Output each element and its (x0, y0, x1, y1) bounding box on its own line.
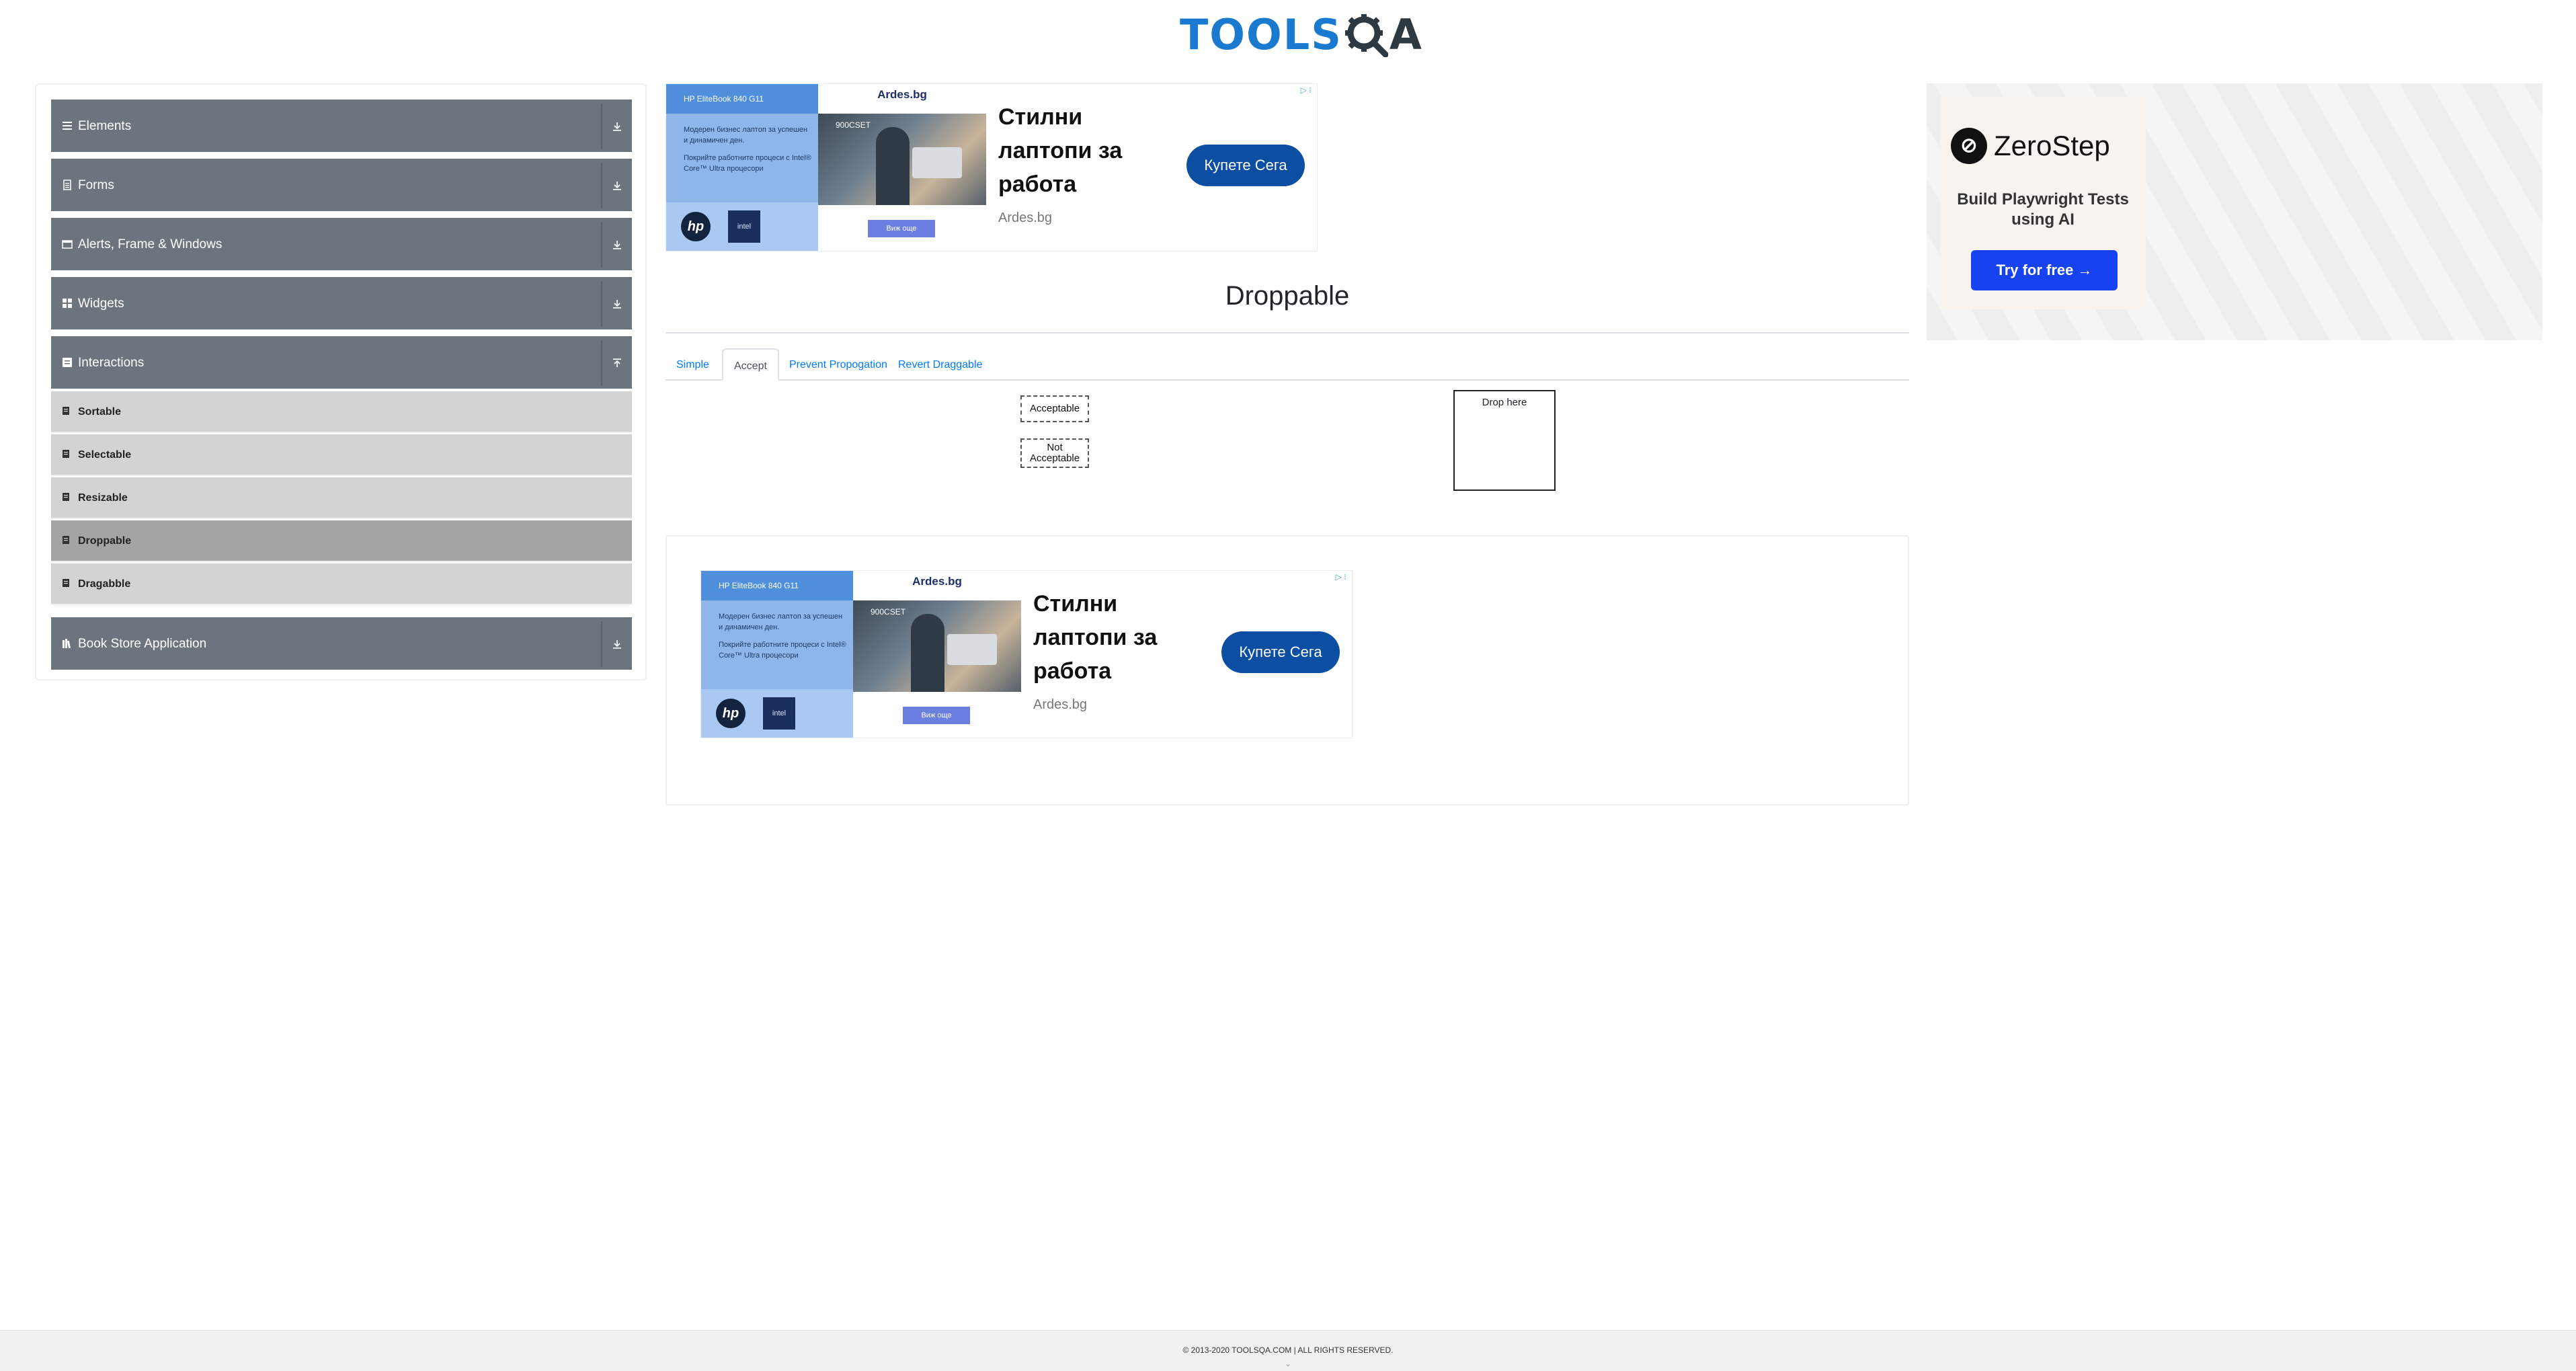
ad-source: Ardes.bg (998, 210, 1053, 225)
ad-photo: 900CSET (818, 114, 986, 205)
chevron-down-icon[interactable]: ⌄ (1281, 1359, 1295, 1368)
ad-photo-tag: 900CSET (871, 607, 906, 617)
tab-accept[interactable]: Accept (722, 348, 779, 381)
sidebar-group-forms[interactable]: Forms (51, 159, 632, 212)
ad-headline: Стилни лаптопи за работа (1033, 591, 1158, 684)
item-icon (62, 492, 74, 504)
sidebar-group-elements[interactable]: Elements (51, 100, 632, 153)
try-for-free-button[interactable]: Try for free → (1971, 250, 2118, 290)
ardes-logo: Ardes.bg (912, 575, 962, 588)
menu-icon (62, 120, 74, 132)
expand-icon[interactable] (601, 281, 632, 327)
not-acceptable-draggable[interactable]: Not Acceptable (1020, 438, 1089, 468)
sidebar-group-interactions[interactable]: Interactions (51, 336, 632, 390)
ad-more-button[interactable]: Виж още (903, 707, 970, 724)
zerostep-subtitle: Build Playwright Tests using AI (1957, 190, 2129, 229)
logo-tail: A (1389, 10, 1422, 59)
sidebar-item-label: Selectable (78, 449, 132, 461)
ad-photo-tag: 900CSET (836, 120, 871, 130)
ad-photo-panel: Ardes.bg 900CSET Виж още (818, 84, 986, 251)
tab-prevent-propogation[interactable]: Prevent Propogation (778, 348, 898, 379)
document-icon (62, 180, 74, 192)
zerostep-name: ZeroStep (1994, 130, 2110, 161)
adchoices-icon[interactable]: ▷ ⁝ (1301, 85, 1312, 95)
sidebar-item-selectable[interactable]: Selectable (51, 434, 632, 476)
zerostep-ad[interactable]: ⊘ ZeroStep Build Playwright Tests using … (1927, 83, 2542, 340)
ad-model: HP EliteBook 840 G11 (701, 571, 853, 600)
sidebar-group-label: Forms (78, 178, 114, 192)
sidebar-group-label: Widgets (78, 297, 124, 311)
collapse-icon[interactable] (601, 340, 632, 386)
interaction-icon (62, 357, 74, 369)
sidebar-group-label: Book Store Application (78, 637, 207, 651)
ad-banner-top[interactable]: HP EliteBook 840 G11 Модерен бизнес лапт… (666, 83, 1318, 251)
zerostep-logo-icon: ⊘ (1951, 128, 1987, 164)
toolsqa-logo[interactable]: TOOLS A (1180, 8, 1422, 62)
gear-icon (1344, 14, 1388, 57)
sidebar-item-label: Dragabble (78, 578, 131, 590)
sidebar-group-widgets[interactable]: Widgets (51, 277, 632, 331)
ad-tagline-2: Покрийте работните процеси с Intel® Core… (684, 154, 811, 173)
hp-logo: hp (716, 699, 746, 728)
ad-left-panel: HP EliteBook 840 G11 Модерен бизнес лапт… (701, 571, 853, 738)
ad-tagline: Модерен бизнес лаптоп за успешен и динам… (719, 613, 843, 631)
intel-logo: intel (728, 210, 760, 243)
sidebar-group-label: Alerts, Frame & Windows (78, 237, 223, 251)
title-divider (666, 332, 1909, 334)
tab-bar: Simple Accept Prevent Propogation Revert… (666, 348, 1909, 381)
laptop-image (947, 634, 997, 665)
zerostep-card: ⊘ ZeroStep Build Playwright Tests using … (1940, 97, 2146, 309)
ad-banner-bottom[interactable]: HP EliteBook 840 G11 Модерен бизнес лапт… (700, 570, 1353, 738)
ad-tagline-2: Покрийте работните процеси с Intel® Core… (719, 641, 846, 660)
ad-cta-button[interactable]: Купете Сега (1221, 631, 1340, 673)
expand-icon[interactable] (601, 222, 632, 268)
logo-text: TOOLS (1180, 10, 1342, 59)
sidebar-group-label: Interactions (78, 356, 145, 370)
expand-icon[interactable] (601, 163, 632, 208)
drop-target[interactable]: Drop here (1453, 390, 1556, 491)
ad-more-button[interactable]: Виж още (868, 220, 935, 237)
sidebar-item-dragabble[interactable]: Dragabble (51, 563, 632, 605)
footer: © 2013-2020 TOOLSQA.COM | ALL RIGHTS RES… (0, 1330, 2576, 1371)
sidebar-item-label: Resizable (78, 492, 128, 504)
ad-photo: 900CSET (853, 600, 1021, 692)
sidebar-item-sortable[interactable]: Sortable (51, 391, 632, 433)
expand-icon[interactable] (601, 104, 632, 149)
acceptable-draggable[interactable]: Acceptable (1020, 395, 1089, 422)
expand-icon[interactable] (601, 621, 632, 667)
intel-logo: intel (763, 697, 795, 730)
drop-target-label: Drop here (1482, 397, 1527, 408)
item-icon (62, 449, 74, 461)
ad-cta-button[interactable]: Купете Сега (1186, 145, 1305, 186)
laptop-image (912, 147, 962, 178)
book-icon (62, 638, 74, 650)
tab-revert-draggable[interactable]: Revert Draggable (887, 348, 993, 379)
ad-left-panel: HP EliteBook 840 G11 Модерен бизнес лапт… (666, 84, 818, 251)
adchoices-icon[interactable]: ▷ ⁝ (1336, 572, 1346, 582)
ad-headline: Стилни лаптопи за работа (998, 104, 1123, 197)
ad-source: Ardes.bg (1033, 697, 1088, 712)
item-icon (62, 578, 74, 590)
item-icon (62, 535, 74, 547)
sidebar-item-label: Droppable (78, 535, 132, 547)
window-icon (62, 239, 74, 251)
sidebar-item-resizable[interactable]: Resizable (51, 477, 632, 519)
ad-model: HP EliteBook 840 G11 (666, 84, 818, 114)
sidebar-item-droppable[interactable]: Droppable (51, 520, 632, 562)
tab-simple[interactable]: Simple (666, 348, 720, 379)
sidebar-group-alerts[interactable]: Alerts, Frame & Windows (51, 218, 632, 272)
left-sidebar: Elements Forms Alerts, Frame & Windows W… (35, 83, 647, 680)
sidebar-group-label: Elements (78, 119, 132, 133)
ardes-logo: Ardes.bg (877, 88, 927, 101)
ad-tagline: Модерен бизнес лаптоп за успешен и динам… (684, 126, 808, 145)
sidebar-group-book-store[interactable]: Book Store Application (51, 617, 632, 671)
page-title: Droppable (1225, 281, 1350, 311)
ad-photo-panel: Ardes.bg 900CSET Виж още (853, 571, 1021, 738)
hp-logo: hp (681, 212, 711, 241)
sidebar-item-label: Sortable (78, 406, 122, 418)
item-icon (62, 406, 74, 418)
footer-copyright: © 2013-2020 TOOLSQA.COM | ALL RIGHTS RES… (1182, 1345, 1394, 1355)
grid-icon (62, 298, 74, 310)
